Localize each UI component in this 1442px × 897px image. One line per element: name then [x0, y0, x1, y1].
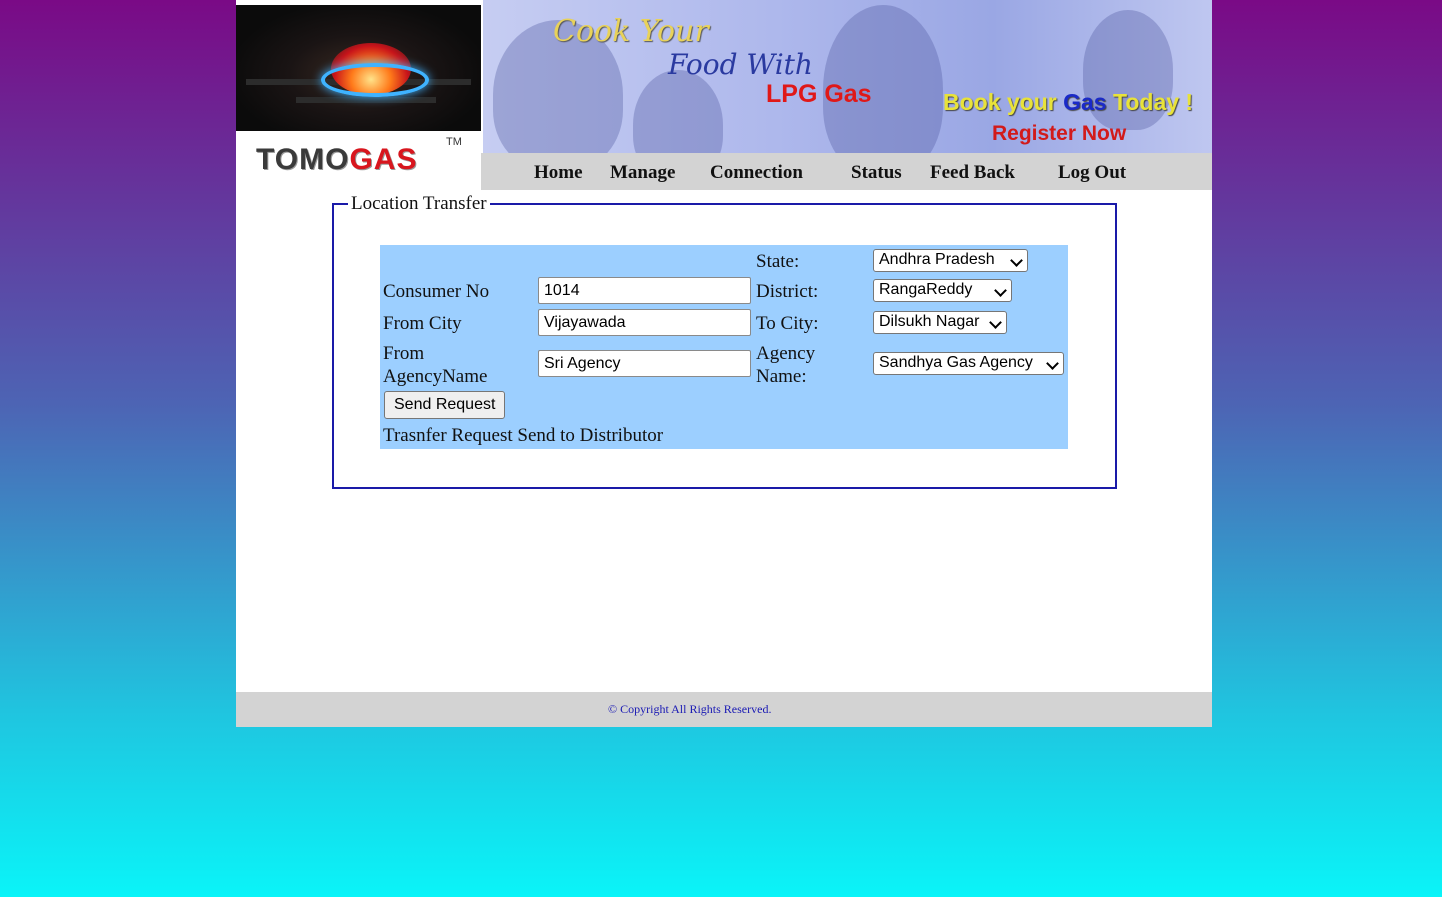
logo: TOMOGAS TM — [236, 0, 482, 190]
district-label: District: — [756, 281, 819, 302]
nav-feedback[interactable]: Feed Back — [930, 162, 1015, 184]
logo-text: TOMOGAS — [256, 143, 418, 176]
nav-status[interactable]: Status — [851, 162, 902, 184]
from-city-label: From City — [383, 313, 462, 334]
nav-manage[interactable]: Manage — [610, 162, 675, 184]
to-city-label: To City: — [756, 313, 819, 334]
chevron-down-icon — [994, 284, 1007, 297]
nav-home[interactable]: Home — [534, 162, 583, 184]
send-request-button[interactable]: Send Request — [384, 391, 506, 419]
chevron-down-icon — [989, 316, 1002, 329]
nav-logout[interactable]: Log Out — [1058, 162, 1126, 184]
state-label: State: — [756, 251, 800, 272]
status-message: Trasnfer Request Send to Distributor — [383, 425, 664, 446]
from-agency-input[interactable] — [538, 350, 751, 377]
consumer-no-label: Consumer No — [383, 281, 490, 302]
agency-label-line2: Name: — [756, 366, 807, 387]
gas-burner-image — [236, 5, 481, 131]
consumer-no-input[interactable] — [538, 277, 751, 304]
from-agency-label-line2: AgencyName — [383, 366, 488, 387]
copyright-text: © Copyright All Rights Reserved. — [608, 702, 772, 716]
banner-line1: Cook Your — [553, 14, 709, 49]
chevron-down-icon — [1010, 254, 1023, 267]
from-agency-label-line1: From — [383, 343, 425, 364]
to-city-select[interactable]: Dilsukh Nagar — [873, 311, 1007, 334]
header-banner: Cook Your Food With LPG Gas Book your Ga… — [483, 0, 1212, 153]
state-select[interactable]: Andhra Pradesh — [873, 249, 1028, 272]
page-container: TOMOGAS TM Cook Your Food With LPG Gas B… — [236, 0, 1212, 727]
banner-line3: LPG Gas — [766, 80, 872, 108]
banner-book-text: Book your Gas Today ! — [943, 89, 1194, 115]
footer: © Copyright All Rights Reserved. — [236, 692, 1212, 727]
transfer-form: State: Andhra Pradesh Consumer No Distri… — [380, 245, 1068, 449]
nav-connection[interactable]: Connection — [710, 162, 803, 184]
from-city-input[interactable] — [538, 309, 751, 336]
banner-register-text: Register Now — [992, 122, 1127, 145]
banner-line2: Food With — [668, 48, 813, 81]
main-nav: Home Manage Connection Status Feed Back … — [481, 153, 1212, 190]
chevron-down-icon — [1046, 357, 1059, 370]
agency-label-line1: Agency — [756, 343, 816, 364]
district-select[interactable]: RangaReddy — [873, 279, 1012, 302]
agency-select[interactable]: Sandhya Gas Agency — [873, 352, 1064, 375]
trademark-mark: TM — [446, 136, 462, 148]
fieldset-legend: Location Transfer — [348, 193, 490, 215]
